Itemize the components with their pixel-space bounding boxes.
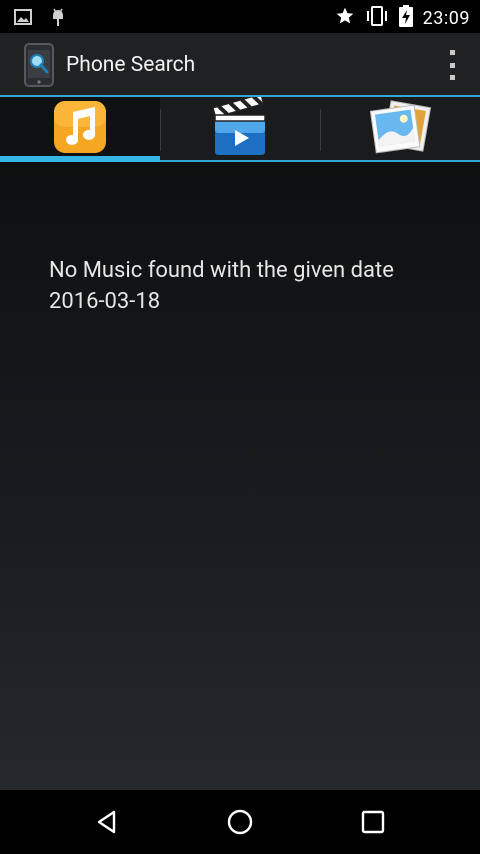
back-icon[interactable] xyxy=(89,806,125,838)
overflow-menu-icon[interactable] xyxy=(446,50,458,80)
tab-photos[interactable] xyxy=(320,97,480,160)
recents-icon[interactable] xyxy=(355,806,391,838)
music-note-icon xyxy=(51,98,109,160)
tab-music[interactable] xyxy=(0,97,160,162)
photos-icon xyxy=(367,98,433,160)
home-icon[interactable] xyxy=(222,806,258,838)
image-notification-icon xyxy=(14,9,32,29)
content-area: No Music found with the given date 2016-… xyxy=(0,162,480,790)
status-bar: 23:09 xyxy=(0,0,480,33)
battery-charging-icon xyxy=(398,5,413,31)
status-time: 23:09 xyxy=(422,7,470,29)
empty-state-message: No Music found with the given date 2016-… xyxy=(49,258,394,314)
star-icon xyxy=(335,6,355,30)
video-clapper-icon xyxy=(211,92,269,161)
android-debug-icon xyxy=(50,7,66,31)
phone-search-app-icon[interactable] xyxy=(22,43,56,87)
vibrate-icon xyxy=(365,6,389,30)
tab-video[interactable] xyxy=(160,92,320,161)
page-title: Phone Search xyxy=(66,53,196,77)
tab-bar xyxy=(0,92,480,162)
action-bar: Phone Search xyxy=(0,33,480,95)
navigation-bar xyxy=(0,790,480,854)
